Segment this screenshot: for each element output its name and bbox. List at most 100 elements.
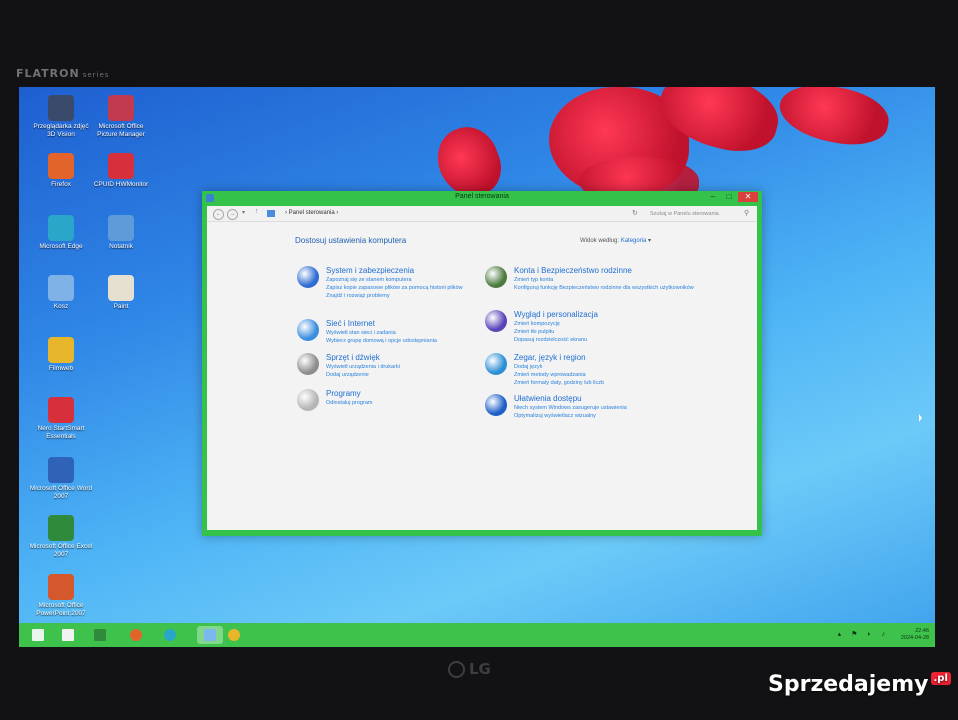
filmweb-icon <box>228 629 240 641</box>
desktop-icon-label: Przeglądarka zdjęć 3D Vision <box>33 123 89 138</box>
edge-icon <box>164 629 176 641</box>
minimize-button[interactable]: – <box>706 192 720 202</box>
start-button[interactable] <box>29 626 47 644</box>
programs-icon[interactable] <box>297 389 319 411</box>
printer-icon[interactable] <box>297 353 319 375</box>
category-title[interactable]: Sprzęt i dźwięk <box>326 353 380 362</box>
category-link[interactable]: Dodaj urządzenie <box>326 372 369 378</box>
control-panel-icon <box>204 629 216 641</box>
desktop-icon-label: Firefox <box>51 181 71 188</box>
desktop-icon[interactable]: Filmweb <box>29 337 93 373</box>
refresh-icon[interactable]: ↻ <box>632 209 638 217</box>
globe-clock-icon[interactable] <box>485 353 507 375</box>
shield-icon[interactable] <box>297 266 319 288</box>
notepad-icon <box>108 215 134 241</box>
folder-icon <box>62 629 74 641</box>
category-link[interactable]: Wyświetl stan sieci i zadania <box>326 330 396 336</box>
page-title: Dostosuj ustawienia komputera <box>295 236 407 245</box>
window-titlebar[interactable]: Panel sterowania – □ ✕ <box>202 191 762 205</box>
category-link[interactable]: Zmień formaty daty, godziny lub liczb <box>514 380 604 386</box>
category-link[interactable]: Wybierz grupę domową i opcje udostępnian… <box>326 338 437 344</box>
desktop-icon-label: Microsoft Office Word 2007 <box>29 485 93 500</box>
filmweb-taskbar-button[interactable] <box>225 626 243 644</box>
address-bar: ← → ▾ ↑ › Panel sterowania › ↻ Szukaj w … <box>207 206 757 222</box>
accessibility-icon[interactable] <box>485 394 507 416</box>
control-panel-window[interactable]: Panel sterowania – □ ✕ ← → ▾ ↑ › Panel s… <box>202 191 762 536</box>
search-icon[interactable]: ⚲ <box>744 209 749 217</box>
forward-arrow-icon[interactable]: → <box>227 209 238 220</box>
category-title[interactable]: System i zabezpieczenia <box>326 266 414 275</box>
store-icon <box>94 629 106 641</box>
system-tray-icons[interactable]: ▴ ⚑ ◐ ♪ <box>838 630 889 638</box>
category-title[interactable]: Ułatwienia dostępu <box>514 394 582 403</box>
maximize-button[interactable]: □ <box>722 192 736 202</box>
breadcrumb[interactable]: › Panel sterowania › <box>285 210 338 216</box>
edge-taskbar-button[interactable] <box>161 626 179 644</box>
desktop-icon[interactable]: Microsoft Office PowerPoint 2007 <box>29 574 93 618</box>
clock[interactable]: 22:46 2024-04-28 <box>901 628 929 642</box>
desktop-icon-label: Microsoft Office PowerPoint 2007 <box>36 602 86 617</box>
firefox-taskbar-button[interactable] <box>127 626 145 644</box>
picture-manager-icon <box>108 95 134 121</box>
category-link[interactable]: Konfiguruj funkcję Bezpieczeństwo rodzin… <box>514 285 694 291</box>
windows-icon <box>32 629 44 641</box>
taskbar: ▴ ⚑ ◐ ♪ 22:46 2024-04-28 <box>19 623 935 647</box>
watermark: Sprzedajemy .pl <box>768 672 951 697</box>
desktop-icon[interactable]: Microsoft Edge <box>29 215 93 251</box>
control-panel-icon <box>267 210 275 217</box>
category-title[interactable]: Wygląd i personalizacja <box>514 310 598 319</box>
desktop-icon[interactable]: Nero StartSmart Essentials <box>29 397 93 441</box>
category-link[interactable]: Zmień tło pulpitu <box>514 329 554 335</box>
desktop-icon[interactable]: Notatnik <box>89 215 153 251</box>
category-link[interactable]: Optymalizuj wyświetlacz wizualny <box>514 413 596 419</box>
category-link[interactable]: Zmień kompozycję <box>514 321 560 327</box>
desktop-icon[interactable]: CPUID HWMonitor <box>89 153 153 189</box>
category-link[interactable]: Odinstaluj program <box>326 400 372 406</box>
paint-icon <box>108 275 134 301</box>
category-link[interactable]: Zapisz kopie zapasowe plików za pomocą h… <box>326 285 463 291</box>
category-link[interactable]: Zmień metody wprowadzania <box>514 372 586 378</box>
up-arrow-icon[interactable]: ↑ <box>255 208 259 215</box>
back-arrow-icon[interactable]: ← <box>213 209 224 220</box>
excel-icon <box>48 515 74 541</box>
category-link[interactable]: Znajdź i rozwiąż problemy <box>326 293 390 299</box>
network-icon[interactable] <box>297 319 319 341</box>
view-by[interactable]: Widok według: Kategoria ▾ <box>580 237 651 244</box>
close-button[interactable]: ✕ <box>738 192 758 202</box>
desktop-icon-label: Kosz <box>53 303 69 310</box>
chevron-down-icon[interactable]: ▾ <box>242 209 245 216</box>
store-button[interactable] <box>91 626 109 644</box>
monitor-brand: FLATRON series <box>16 67 110 80</box>
category-link[interactable]: Wyświetl urządzenia i drukarki <box>326 364 400 370</box>
desktop-icon-label: Microsoft Office Picture Manager <box>97 123 145 138</box>
category-title[interactable]: Programy <box>326 389 361 398</box>
wallpaper-petal <box>775 87 893 152</box>
category-link[interactable]: Dopasuj rozdzielczość ekranu <box>514 337 587 343</box>
search-input[interactable]: Szukaj w Panelu sterowania <box>647 209 755 219</box>
filmweb-icon <box>48 337 74 363</box>
category-title[interactable]: Sieć i Internet <box>326 319 375 328</box>
desktop-icon-label: Filmweb <box>48 365 74 372</box>
category-link[interactable]: Zmień typ konta <box>514 277 553 283</box>
category-link[interactable]: Dodaj język <box>514 364 542 370</box>
category-title[interactable]: Konta i Bezpieczeństwo rodzinne <box>514 266 632 275</box>
category-title[interactable]: Zegar, język i region <box>514 353 586 362</box>
desktop-icon[interactable]: Microsoft Office Word 2007 <box>29 457 93 501</box>
category-link[interactable]: Zapoznaj się ze stanem komputera <box>326 277 412 283</box>
desktop-icon[interactable]: Microsoft Office Excel 2007 <box>29 515 93 559</box>
edge-icon <box>48 215 74 241</box>
control-panel-content: Dostosuj ustawienia komputera Widok wedł… <box>207 222 757 530</box>
desktop-icon[interactable]: Microsoft Office Picture Manager <box>89 95 153 139</box>
word-icon <box>48 457 74 483</box>
category-link[interactable]: Niech system Windows zasugeruje ustawien… <box>514 405 627 411</box>
file-explorer-button[interactable] <box>59 626 77 644</box>
control-panel-taskbar-button[interactable] <box>197 626 223 644</box>
desktop-icon[interactable]: Paint <box>89 275 153 311</box>
desktop[interactable]: Przeglądarka zdjęć 3D Vision Microsoft Of… <box>19 87 935 647</box>
desktop-icon[interactable]: Przeglądarka zdjęć 3D Vision <box>29 95 93 139</box>
monitor-bezel: FLATRON series Przeglądarka zdjęć 3D Visi… <box>0 0 958 720</box>
desktop-icon[interactable]: Firefox <box>29 153 93 189</box>
users-icon[interactable] <box>485 266 507 288</box>
appearance-icon[interactable] <box>485 310 507 332</box>
desktop-icon[interactable]: Kosz <box>29 275 93 311</box>
